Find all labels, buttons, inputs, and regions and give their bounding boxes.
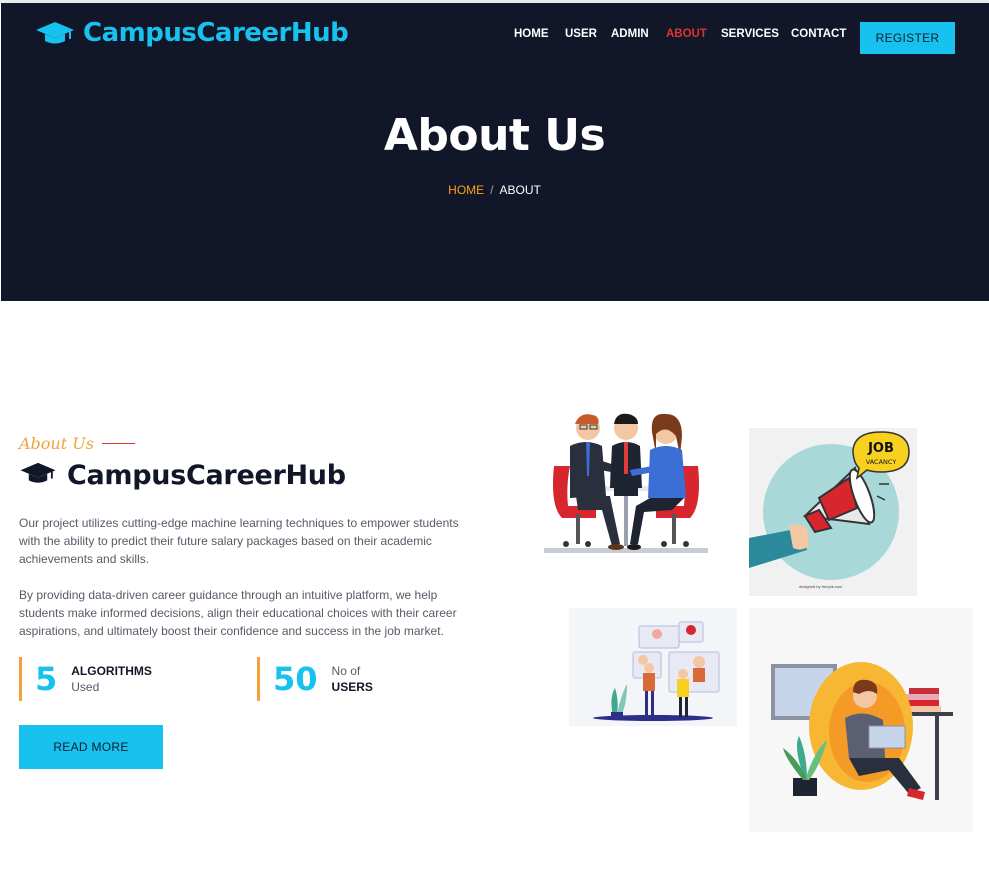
breadcrumb-home[interactable]: HOME [448,183,484,197]
about-paragraph-1: Our project utilizes cutting-edge machin… [19,516,459,566]
stat-label: ALGORITHMS Used [71,663,152,695]
section-title-text: CampusCareerHub [67,460,346,491]
nav-about[interactable]: ABOUT [666,28,707,40]
nav-services[interactable]: SERVICES [721,28,779,40]
nav-user[interactable]: USER [565,28,597,40]
nav-admin[interactable]: ADMIN [611,28,649,40]
about-tag: About Us [19,434,135,453]
student-laptop-illustration [749,608,973,832]
stat-label-line1: No of [331,664,361,678]
main-nav: HOME USER ADMIN ABOUT SERVICES CONTACT [0,28,989,48]
stat-number: 5 [35,660,58,698]
stat-algorithms: 5 ALGORITHMS Used [19,657,249,701]
stat-users: 50 No of USERS [257,657,487,701]
nav-contact[interactable]: CONTACT [791,28,846,40]
stat-label-line2: USERS [331,680,373,694]
nav-home[interactable]: HOME [514,28,549,40]
stat-label-line1: ALGORITHMS [71,664,152,678]
recruitment-illustration [569,608,737,726]
job-vacancy-line2: VACANCY [866,458,897,466]
stat-number: 50 [273,660,318,698]
graduation-cap-icon [19,461,57,490]
page-title: About Us [383,110,606,161]
job-vacancy-line1: JOB [867,441,894,456]
breadcrumb-current: ABOUT [499,183,541,197]
breadcrumb-separator: / [490,183,494,197]
about-tag-line [101,443,135,444]
stat-label: No of USERS [332,663,373,695]
breadcrumb: HOME / ABOUT [0,183,989,197]
register-button[interactable]: REGISTER [860,22,955,54]
stat-label-line2: Used [71,680,100,694]
image-credit: designed by freepik.com [799,584,843,589]
read-more-button[interactable]: READ MORE [19,725,163,769]
section-title: CampusCareerHub [19,460,346,491]
about-tag-label: About Us [19,434,94,453]
business-meeting-illustration [540,406,712,560]
job-vacancy-illustration: JOB VACANCY designed by freepik.com [749,428,917,596]
about-paragraph-2: By providing data-driven career guidance… [19,588,457,638]
